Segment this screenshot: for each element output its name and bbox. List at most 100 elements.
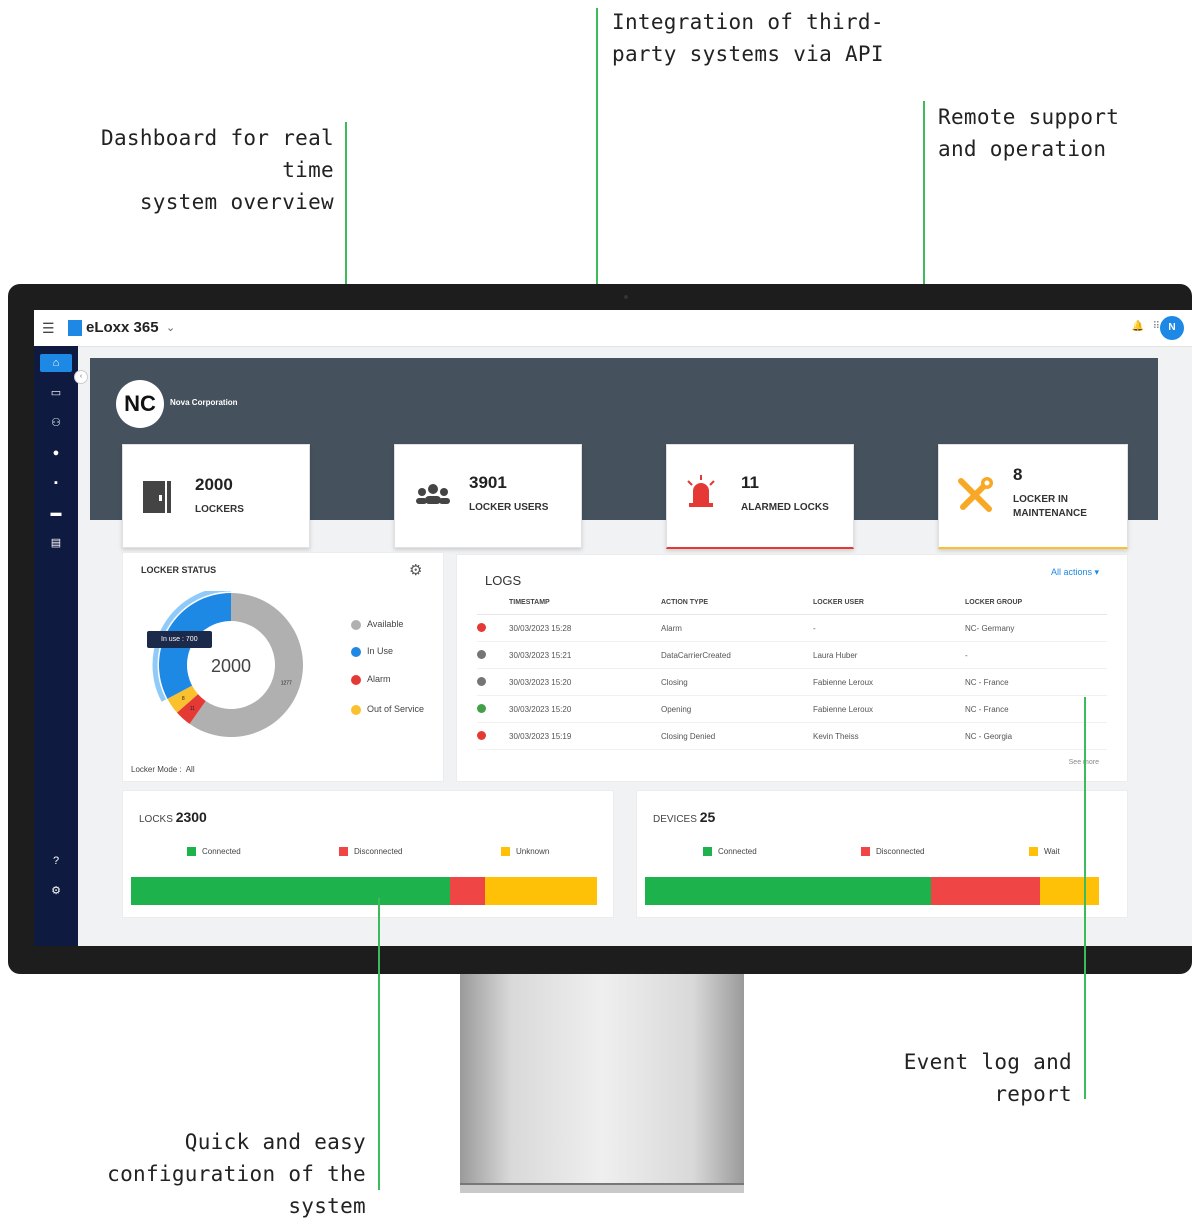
- bar-segment-disconnected: [931, 877, 1040, 905]
- locks-card: LOCKS 2300 Connected Disconnected Unknow…: [122, 790, 614, 918]
- status-column-header: [477, 599, 509, 615]
- locker-mode: Locker Mode : All: [131, 765, 195, 774]
- callout-event-line2: report: [994, 1082, 1072, 1106]
- cell-timestamp: 30/03/2023 15:28: [509, 614, 661, 642]
- kpi-card-lockers[interactable]: 2000 LOCKERS: [122, 444, 310, 548]
- column-header-locker-group: LOCKER GROUP: [965, 599, 1107, 615]
- kpi-value: 3901: [469, 473, 507, 492]
- sidebar-collapse-icon[interactable]: ‹: [74, 370, 88, 384]
- cell-group: NC - France: [965, 668, 1107, 696]
- callout-integration: Integration of third- party systems via …: [612, 6, 884, 70]
- callout-remote-line2: and operation: [938, 137, 1107, 161]
- cell-timestamp: 30/03/2023 15:20: [509, 695, 661, 723]
- cell-group: NC- Germany: [965, 614, 1107, 642]
- legend-swatch: [703, 847, 712, 857]
- kpi-label: LOCKER USERS: [469, 502, 549, 513]
- cell-group: -: [965, 641, 1107, 669]
- kpi-label: LOCKERS: [195, 504, 244, 515]
- legend-in-use: In Use: [351, 646, 393, 657]
- chevron-down-icon[interactable]: ⌄: [166, 321, 175, 334]
- cell-action: Closing Denied: [661, 722, 813, 750]
- cell-user: -: [813, 614, 965, 642]
- kpi-label: LOCKER IN MAINTENANCE: [1013, 494, 1087, 519]
- bell-icon[interactable]: 🔔: [1132, 321, 1144, 332]
- kpi-card-maintenance[interactable]: 8 LOCKER IN MAINTENANCE: [938, 444, 1128, 549]
- devices-title: DEVICES: [653, 814, 697, 825]
- company-name: Nova Corporation: [170, 398, 238, 407]
- callout-integration-line1: Integration of third-: [612, 10, 884, 34]
- status-dot: [477, 730, 486, 740]
- legend-label: Connected: [202, 847, 241, 856]
- logs-title: LOGS: [485, 573, 522, 588]
- bar-segment-disconnected: [450, 877, 486, 905]
- column-header-locker-user: LOCKER USER: [813, 599, 965, 615]
- legend-out-of-service: Out of Service: [351, 704, 424, 715]
- help-icon[interactable]: ?: [46, 852, 66, 870]
- cell-timestamp: 30/03/2023 15:19: [509, 722, 661, 750]
- locker-status-title: LOCKER STATUS: [141, 565, 217, 575]
- callout-integration-line2: party systems via API: [612, 42, 884, 66]
- legend-alarm: Alarm: [351, 674, 391, 685]
- donut-slice-label-alarm: 11: [190, 706, 195, 712]
- locks-status-bar: [131, 877, 597, 905]
- legend-label: Available: [367, 619, 404, 629]
- logs-card: LOGS All actions ▾ TIMESTAMP ACTION TYPE…: [456, 554, 1128, 782]
- cell-action: Alarm: [661, 614, 813, 642]
- donut-slice-label-available: 1277: [281, 681, 292, 687]
- app-name[interactable]: eLoxx 365: [86, 319, 159, 336]
- in-use-tooltip: In use : 700: [147, 631, 212, 648]
- table-row[interactable]: 30/03/2023 15:20 Closing Fabienne Leroux…: [477, 668, 1107, 696]
- app-screen: ☰ eLoxx 365 ⌄ 🔔 ⠿ N ⌂ ▭ ⚇ ● ▪ ▬ ▤ ? ⚙ NC…: [34, 310, 1192, 946]
- legend-swatch: [861, 847, 870, 857]
- kpi-value: 11: [741, 473, 759, 492]
- table-row[interactable]: 30/03/2023 15:20 Opening Fabienne Leroux…: [477, 695, 1107, 723]
- locks-title: LOCKS: [139, 814, 173, 825]
- legend-swatch: [1029, 847, 1038, 857]
- status-dot: [477, 622, 486, 632]
- document-icon[interactable]: ▪: [46, 474, 66, 492]
- logs-table: TIMESTAMP ACTION TYPE LOCKER USER LOCKER…: [477, 599, 1107, 750]
- locker-mode-value[interactable]: All: [186, 765, 195, 774]
- status-dot: [477, 703, 486, 713]
- legend-label: Disconnected: [876, 847, 925, 856]
- person-badge-icon[interactable]: ●: [46, 444, 66, 462]
- legend-label: Wait: [1044, 847, 1060, 856]
- card-icon[interactable]: ▤: [46, 534, 66, 552]
- gear-icon[interactable]: ⚙: [409, 561, 422, 579]
- monitor-icon[interactable]: ▬: [46, 504, 66, 522]
- apps-grid-icon[interactable]: ⠿: [1153, 321, 1160, 332]
- locker-icon: [143, 481, 171, 513]
- locker-status-card: LOCKER STATUS ⚙ 20001277118700 In use : …: [122, 552, 444, 782]
- kpi-card-alarmed-locks[interactable]: 11 ALARMED LOCKS: [666, 444, 854, 549]
- people-icon[interactable]: ⚇: [46, 414, 66, 432]
- table-row[interactable]: 30/03/2023 15:28 Alarm - NC- Germany: [477, 614, 1107, 642]
- kpi-card-locker-users[interactable]: 3901 LOCKER USERS: [394, 444, 582, 548]
- home-icon[interactable]: ⌂: [40, 354, 72, 372]
- callout-remote-line1: Remote support: [938, 105, 1120, 129]
- cell-timestamp: 30/03/2023 15:20: [509, 668, 661, 696]
- table-row[interactable]: 30/03/2023 15:21 DataCarrierCreated Laur…: [477, 641, 1107, 669]
- actions-filter-dropdown[interactable]: All actions ▾: [1051, 567, 1099, 578]
- cell-action: DataCarrierCreated: [661, 641, 813, 669]
- callout-dashboard: Dashboard for real time system overview: [54, 122, 334, 218]
- callout-remote: Remote support and operation: [938, 101, 1119, 165]
- siren-icon: [687, 475, 715, 507]
- settings-icon[interactable]: ⚙: [46, 882, 66, 900]
- bar-segment-wait: [1039, 877, 1099, 905]
- status-dot: [477, 676, 486, 686]
- cell-user: Fabienne Leroux: [813, 668, 965, 696]
- status-dot: [477, 649, 486, 659]
- hamburger-menu-icon[interactable]: ☰: [42, 320, 55, 337]
- legend-swatch: [351, 704, 361, 715]
- cell-timestamp: 30/03/2023 15:21: [509, 641, 661, 669]
- callout-event-line: [1084, 697, 1086, 1099]
- callout-event-line1: Event log and: [903, 1050, 1072, 1074]
- bar-segment-connected: [131, 877, 451, 905]
- table-row[interactable]: 30/03/2023 15:19 Closing Denied Kevin Th…: [477, 722, 1107, 750]
- locker-mode-label: Locker Mode :: [131, 765, 182, 774]
- bar-segment-connected: [645, 877, 932, 905]
- legend-available: Available: [351, 619, 403, 630]
- wallet-icon[interactable]: ▭: [46, 384, 66, 402]
- avatar[interactable]: N: [1160, 316, 1184, 340]
- cell-user: Kevin Theiss: [813, 722, 965, 750]
